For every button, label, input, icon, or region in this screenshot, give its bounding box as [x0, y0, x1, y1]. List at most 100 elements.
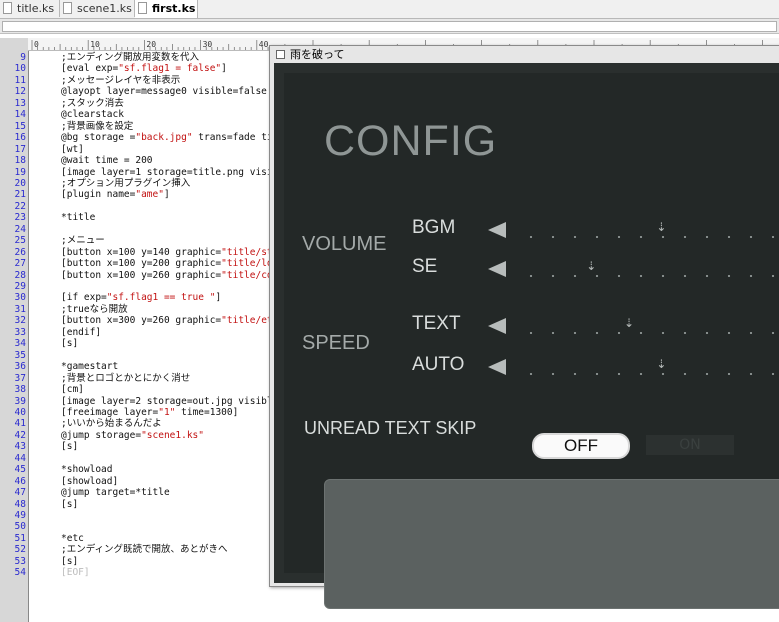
code-token: time=1300] — [175, 406, 239, 418]
slider-knob-icon[interactable]: ⇣ — [656, 219, 666, 235]
unread-skip-label: UNREAD TEXT SKIP — [304, 418, 477, 438]
code-line: [eval exp="sf.flag1 = false"] — [61, 63, 227, 74]
code-line: ;エンディング既読で開放、あとがきへ — [61, 544, 228, 555]
slider-left-arrow-icon[interactable] — [488, 318, 506, 334]
code-line: [showload] — [61, 476, 118, 487]
code-token: "scene1.ks" — [141, 429, 204, 441]
code-token: @jump storage= — [61, 429, 142, 441]
slider-knob-icon[interactable]: ⇣ — [656, 356, 666, 372]
line-number: 36 — [14, 361, 26, 373]
slider-left-arrow-icon[interactable] — [488, 222, 506, 238]
code-line: [wt] — [61, 144, 84, 155]
message-box — [324, 479, 779, 609]
line-number: 25 — [14, 235, 26, 247]
code-token: "1" — [158, 406, 176, 418]
code-line: [plugin name="ame"] — [61, 189, 170, 200]
code-token: ;オプション用プラグイン挿入 — [61, 177, 191, 189]
code-line: ;スタック消去 — [61, 98, 124, 109]
code-token: ;メッセージレイヤを非表示 — [61, 74, 181, 86]
code-token: [s] — [61, 441, 79, 453]
line-number: 54 — [14, 567, 26, 579]
slider-track[interactable] — [520, 275, 779, 277]
code-token: ;背景画像を設定 — [61, 120, 134, 132]
code-token: ;メニュー — [61, 235, 105, 247]
code-token: [eval exp= — [61, 63, 119, 75]
code-token: [button x=100 y=200 graphic= — [61, 258, 222, 270]
code-line: [endif] — [61, 327, 101, 338]
line-number: 28 — [14, 269, 26, 281]
slider-knob-icon[interactable]: ⇣ — [624, 315, 634, 331]
code-line: @layopt layer=message0 visible=false — [61, 86, 267, 97]
line-number: 40 — [14, 406, 26, 418]
line-number: 18 — [14, 155, 26, 167]
line-number: 11 — [14, 74, 26, 86]
line-number: 33 — [14, 326, 26, 338]
line-number: 51 — [14, 532, 26, 544]
code-line: [EOF] — [61, 567, 90, 578]
slider-track[interactable] — [520, 236, 779, 238]
line-number: 42 — [14, 429, 26, 441]
tab-title-ks[interactable]: title.ks — [0, 0, 60, 17]
code-line: [if exp="sf.flag1 == true "] — [61, 292, 221, 303]
code-token: [button x=100 y=140 graphic= — [61, 246, 222, 258]
code-line: [freeimage layer="1" time=1300] — [61, 407, 238, 418]
code-line: ;エンディング開放用変数を代入 — [61, 52, 199, 63]
tab-first-ks[interactable]: first.ks — [135, 0, 198, 18]
code-line: [s] — [61, 338, 78, 349]
code-token: [freeimage layer= — [61, 406, 159, 418]
code-token: [if exp= — [61, 292, 107, 304]
line-number: 49 — [14, 510, 26, 521]
slider-label: AUTO — [412, 354, 465, 375]
code-token: [wt] — [61, 143, 84, 155]
code-token: ;スタック消去 — [61, 97, 124, 109]
line-number: 29 — [14, 281, 26, 292]
line-number: 50 — [14, 521, 26, 533]
line-number: 24 — [14, 223, 26, 235]
line-number: 47 — [14, 487, 26, 499]
line-number: 52 — [14, 544, 26, 556]
code-token: [button x=300 y=260 graphic= — [61, 315, 222, 327]
ruler-label: 20 — [146, 40, 156, 49]
line-number: 38 — [14, 384, 26, 396]
line-number: 39 — [14, 395, 26, 407]
tab-label: scene1.ks — [77, 2, 132, 15]
code-token: ;いいから始まるんだよ — [61, 418, 162, 430]
slider-left-arrow-icon[interactable] — [488, 359, 506, 375]
skip-off-button[interactable]: OFF — [532, 433, 630, 459]
line-number: 17 — [14, 143, 26, 155]
slider-knob-icon[interactable]: ⇣ — [586, 258, 596, 274]
tab-scene1-ks[interactable]: scene1.ks — [60, 0, 135, 17]
slider-track[interactable] — [520, 373, 779, 375]
code-line: *title — [61, 212, 95, 223]
slider-track[interactable] — [520, 332, 779, 334]
code-token: ] — [163, 189, 170, 201]
code-line: ;いいから始まるんだよ — [61, 418, 162, 429]
config-title: CONFIG — [324, 117, 498, 165]
code-line: ;メッセージレイヤを非表示 — [61, 75, 180, 86]
code-line: ;trueなら開放 — [61, 304, 128, 315]
code-line: [s] — [61, 499, 78, 510]
game-window: 雨を破って CONFIG VOLUME SPEED BGM ⇣ SE ⇣ TEXT ⇣ AU… — [269, 45, 779, 609]
slider-left-arrow-icon[interactable] — [488, 261, 506, 277]
code-line: ;背景画像を設定 — [61, 121, 133, 132]
code-token: ] — [221, 63, 227, 75]
code-token: *title — [61, 212, 96, 224]
ruler-label: 40 — [259, 40, 269, 49]
code-token: [endif] — [61, 326, 102, 338]
line-number: 16 — [14, 132, 26, 144]
code-token: "back.jpg" — [135, 132, 193, 144]
code-token: "sf.flag1 = false" — [118, 63, 222, 75]
skip-on-button[interactable]: ON — [646, 435, 734, 455]
toolbar-field[interactable] — [2, 21, 777, 32]
line-number: 9 — [20, 52, 26, 63]
code-line: *gamestart — [61, 361, 118, 372]
line-number: 20 — [14, 177, 26, 189]
ruler-label: 10 — [90, 40, 100, 49]
slider-label: TEXT — [412, 313, 461, 334]
line-number: 53 — [14, 555, 26, 567]
game-window-titlebar[interactable]: 雨を破って — [270, 46, 779, 63]
code-token: [EOF] — [61, 567, 90, 579]
line-number: 15 — [14, 120, 26, 132]
code-token: ] — [215, 292, 222, 304]
code-token: [s] — [61, 338, 79, 350]
